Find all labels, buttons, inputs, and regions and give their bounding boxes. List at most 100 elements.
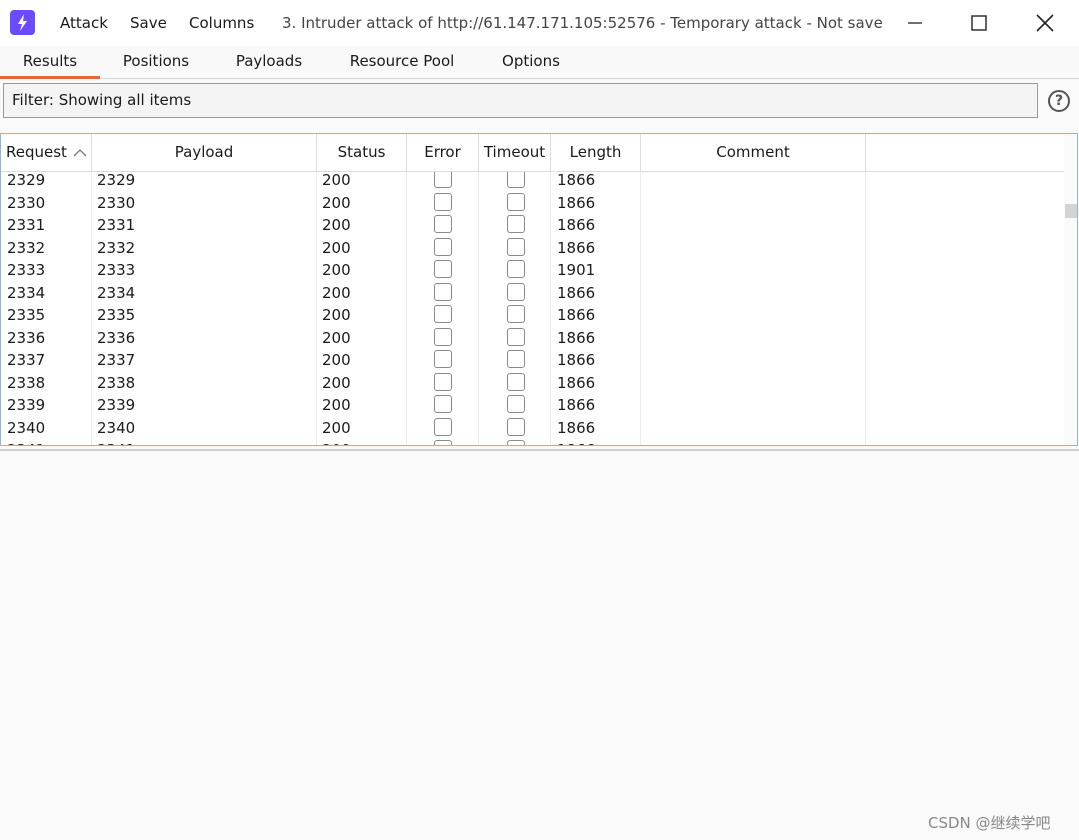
cell-payload: 2333 bbox=[97, 261, 136, 279]
error-checkbox[interactable] bbox=[434, 260, 452, 278]
vertical-scrollbar[interactable] bbox=[1064, 134, 1077, 445]
tab-resource-pool[interactable]: Resource Pool bbox=[340, 46, 464, 78]
timeout-checkbox[interactable] bbox=[507, 395, 525, 413]
tab-payloads[interactable]: Payloads bbox=[226, 46, 312, 78]
error-checkbox[interactable] bbox=[434, 282, 452, 301]
cell-payload: 2338 bbox=[97, 373, 136, 392]
cell-length: 1866 bbox=[557, 306, 596, 324]
cell-payload: 2332 bbox=[97, 238, 136, 257]
error-checkbox[interactable] bbox=[434, 395, 452, 413]
table-row[interactable]: 2330 2330 200 1866 bbox=[1, 192, 1064, 218]
timeout-checkbox[interactable] bbox=[507, 260, 525, 278]
error-checkbox[interactable] bbox=[434, 372, 452, 391]
table-body: 2329 2329 200 1866 2330 2330 200 1866 2331 2331 20… bbox=[1, 172, 1064, 445]
cell-request: 2330 bbox=[7, 193, 46, 212]
error-checkbox[interactable] bbox=[434, 417, 452, 436]
maximize-icon bbox=[971, 15, 987, 31]
cell-status: 200 bbox=[322, 193, 351, 212]
timeout-checkbox[interactable] bbox=[507, 215, 525, 233]
column-header-length[interactable]: Length bbox=[551, 134, 641, 171]
cell-payload: 2329 bbox=[97, 172, 136, 189]
menu-columns[interactable]: Columns bbox=[189, 13, 254, 33]
cell-status: 200 bbox=[322, 351, 351, 369]
title-bar: Attack Save Columns 3. Intruder attack o… bbox=[0, 0, 1079, 46]
minimize-icon bbox=[908, 22, 922, 24]
cell-status: 200 bbox=[322, 328, 351, 347]
table-row[interactable]: 2341 2341 200 1866 bbox=[1, 440, 1064, 445]
menu-save[interactable]: Save bbox=[130, 13, 167, 33]
filter-bar[interactable]: Filter: Showing all items bbox=[3, 83, 1038, 118]
column-header-error[interactable]: Error bbox=[407, 134, 479, 171]
cell-length: 1866 bbox=[557, 442, 595, 445]
error-checkbox[interactable] bbox=[434, 192, 452, 211]
timeout-checkbox[interactable] bbox=[507, 327, 525, 346]
cell-length: 1866 bbox=[557, 238, 596, 257]
cell-payload: 2341 bbox=[97, 442, 135, 445]
cell-request: 2333 bbox=[7, 261, 46, 279]
column-header-request[interactable]: Request bbox=[1, 134, 92, 171]
scrollbar-thumb[interactable] bbox=[1065, 204, 1077, 218]
timeout-checkbox[interactable] bbox=[507, 440, 525, 445]
cell-payload: 2334 bbox=[97, 283, 136, 302]
error-checkbox[interactable] bbox=[434, 172, 452, 188]
table-row[interactable]: 2329 2329 200 1866 bbox=[1, 172, 1064, 195]
cell-length: 1901 bbox=[557, 261, 596, 279]
column-header-payload[interactable]: Payload bbox=[92, 134, 317, 171]
cell-status: 200 bbox=[322, 261, 351, 279]
cell-request: 2340 bbox=[7, 418, 46, 437]
cell-request: 2341 bbox=[7, 442, 45, 445]
cell-request: 2331 bbox=[7, 216, 46, 234]
table-row[interactable]: 2336 2336 200 1866 bbox=[1, 327, 1064, 353]
table-row[interactable]: 2332 2332 200 1866 bbox=[1, 237, 1064, 263]
maximize-button[interactable] bbox=[949, 0, 1009, 46]
error-checkbox[interactable] bbox=[434, 237, 452, 256]
table-row[interactable]: 2339 2339 200 1866 bbox=[1, 395, 1064, 420]
error-checkbox[interactable] bbox=[434, 327, 452, 346]
tab-options[interactable]: Options bbox=[490, 46, 572, 78]
cell-request: 2332 bbox=[7, 238, 46, 257]
table-row[interactable]: 2331 2331 200 1866 bbox=[1, 215, 1064, 240]
menu-attack[interactable]: Attack bbox=[60, 13, 108, 33]
close-button[interactable] bbox=[1015, 0, 1075, 46]
error-checkbox[interactable] bbox=[434, 215, 452, 233]
results-table: Request Payload Status Error Timeout Len… bbox=[0, 133, 1078, 446]
timeout-checkbox[interactable] bbox=[507, 282, 525, 301]
cell-length: 1866 bbox=[557, 172, 596, 189]
help-icon[interactable]: ? bbox=[1048, 90, 1070, 112]
cell-payload: 2331 bbox=[97, 216, 136, 234]
cell-length: 1866 bbox=[557, 216, 596, 234]
tab-positions[interactable]: Positions bbox=[110, 46, 202, 78]
minimize-button[interactable] bbox=[885, 0, 945, 46]
cell-payload: 2340 bbox=[97, 418, 136, 437]
split-pane-divider[interactable] bbox=[0, 449, 1079, 451]
table-row[interactable]: 2338 2338 200 1866 bbox=[1, 372, 1064, 398]
timeout-checkbox[interactable] bbox=[507, 237, 525, 256]
timeout-checkbox[interactable] bbox=[507, 172, 525, 188]
close-icon bbox=[1036, 14, 1054, 32]
table-row[interactable]: 2340 2340 200 1866 bbox=[1, 417, 1064, 443]
column-header-comment[interactable]: Comment bbox=[641, 134, 866, 171]
table-row[interactable]: 2333 2333 200 1901 bbox=[1, 260, 1064, 285]
column-header-status[interactable]: Status bbox=[317, 134, 407, 171]
cell-request: 2329 bbox=[7, 172, 46, 189]
column-header-timeout[interactable]: Timeout bbox=[479, 134, 551, 171]
table-row[interactable]: 2337 2337 200 1866 bbox=[1, 350, 1064, 375]
error-checkbox[interactable] bbox=[434, 305, 452, 323]
cell-request: 2335 bbox=[7, 306, 46, 324]
cell-status: 200 bbox=[322, 442, 351, 445]
sort-ascending-icon bbox=[73, 149, 87, 157]
tab-results[interactable]: Results bbox=[0, 46, 100, 79]
error-checkbox[interactable] bbox=[434, 440, 452, 445]
error-checkbox[interactable] bbox=[434, 350, 452, 368]
cell-payload: 2337 bbox=[97, 351, 136, 369]
cell-request: 2338 bbox=[7, 373, 46, 392]
burp-app-icon bbox=[10, 10, 35, 35]
table-row[interactable]: 2335 2335 200 1866 bbox=[1, 305, 1064, 330]
table-row[interactable]: 2334 2334 200 1866 bbox=[1, 282, 1064, 308]
cell-status: 200 bbox=[322, 418, 351, 437]
timeout-checkbox[interactable] bbox=[507, 417, 525, 436]
timeout-checkbox[interactable] bbox=[507, 192, 525, 211]
timeout-checkbox[interactable] bbox=[507, 350, 525, 368]
timeout-checkbox[interactable] bbox=[507, 305, 525, 323]
timeout-checkbox[interactable] bbox=[507, 372, 525, 391]
